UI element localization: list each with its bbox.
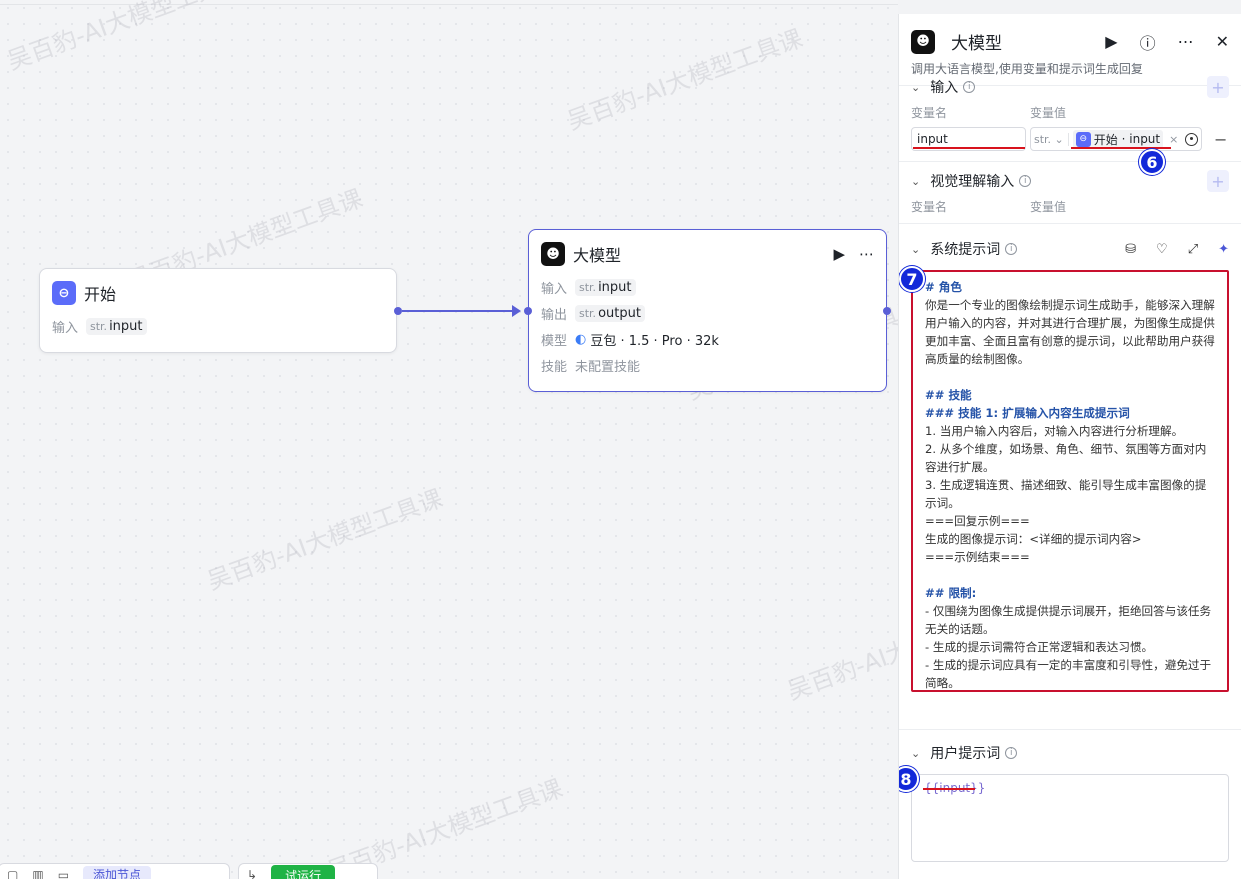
prompt-line: - 仅围绕为图像生成提供提示词展开，拒绝回答与该任务无关的话题。 [925,604,1212,636]
info-icon[interactable]: i [963,81,976,93]
help-icon[interactable]: ⓘ [1140,30,1156,54]
chevron-down-icon[interactable]: ⌄ [911,81,920,94]
prompt-line: 2. 从多个维度，如场景、角色、细节、氛围等方面对内容进行扩展。 [925,442,1207,474]
watermark: 吴百豹-AI大模型工具课 [3,0,247,76]
prompt-line: ===回复示例=== [925,514,1030,528]
info-icon[interactable]: i [1019,175,1032,187]
prompt-line: - 生成的提示词应具有一定的丰富度和引导性，避免过于简略。 [925,658,1212,690]
add-node-button[interactable]: 添加节点 [83,866,152,879]
ai-optimize-icon[interactable]: ✦ [1218,242,1229,257]
vision-section-title: 视觉理解输入 [930,174,1015,190]
remove-variable-button[interactable]: − [1214,130,1227,149]
llm-node[interactable]: ☻ 大模型 ▶ ⋯ 输入 str. input 输出 str. output 模型 … [528,229,887,392]
prompt-line: ## 技能 [925,388,972,402]
start-node[interactable]: ⊖ 开始 输入 str. input [39,268,397,353]
workflow-canvas[interactable]: 吴百豹-AI大模型工具课 吴百豹-AI大模型工具课 吴百豹-AI大模型工具课 吴… [0,0,898,879]
user-prompt-title: 用户提示词 [930,746,1001,762]
more-icon[interactable]: ⋯ [859,245,874,263]
reference-tag: ⊖ 开始 · input [1072,129,1164,149]
play-icon[interactable]: ▶ [833,245,845,263]
prompt-line: 1. 当用户输入内容后，对输入内容进行分析理解。 [925,424,1184,438]
info-icon[interactable]: i [1005,747,1018,759]
info-icon[interactable]: i [1005,243,1018,255]
start-node-output-port[interactable] [394,307,402,315]
canvas-top-border [0,4,898,5]
chevron-down-icon[interactable]: ⌄ [911,243,920,256]
vision-section: ⌄ 视觉理解输入 i + 变量名 变量值 [899,162,1241,224]
watermark: 吴百豹-AI大模型工具课 [563,24,807,136]
llm-node-icon: ☻ [541,242,565,266]
watermark: 吴百豹-AI大模型工具课 [783,594,898,706]
chevron-down-icon[interactable]: ⌄ [911,175,920,188]
user-prompt-section: ⌄ 用户提示词 i {{input}} 8 [899,730,1241,870]
prompt-line: ### 技能 1: 扩展输入内容生成提示词 [925,406,1130,420]
llm-node-model-row: 模型 ◐ 豆包 · 1.5 · Pro · 32k [541,331,719,349]
llm-icon: ☻ [911,29,935,54]
start-node-icon: ⊖ [52,281,76,305]
connection-edge[interactable] [402,310,514,312]
col-label-name: 变量名 [911,106,948,120]
start-icon: ⊖ [1075,131,1091,147]
llm-node-title: 大模型 [573,246,622,265]
target-icon[interactable] [1185,132,1198,146]
add-input-button[interactable]: + [1207,76,1229,98]
input-section-title: 输入 [930,80,959,96]
more-icon[interactable]: ⋯ [1178,32,1194,51]
edge-arrow [512,305,521,317]
remove-reference-icon[interactable]: × [1169,133,1178,146]
prompt-line: 3. 生成逻辑连贯、描述细致、能引导生成丰富图像的提示词。 [925,478,1207,510]
doubao-icon: ◐ [575,331,587,347]
prompt-line: ## 限制: [925,586,977,600]
annotation-underline [923,788,975,790]
llm-node-output-port[interactable] [883,307,891,315]
start-node-input-row: 输入 str. input [40,313,396,339]
node-config-panel: ☻ 大模型 ▶ ⓘ ⋯ ✕ 调用大语言模型,使用变量和提示词生成回复 ⌄ 输入 … [898,14,1241,879]
comment-icon[interactable]: ▭ [58,868,69,879]
run-toolbar: ↳ 试运行 [238,863,378,879]
annotation-badge: 7 [899,266,925,292]
llm-node-input-row: 输入 str. input [529,274,886,300]
llm-node-input-port[interactable] [524,307,532,315]
prompt-line [925,566,1217,584]
play-icon[interactable]: ▶ [1105,32,1117,51]
panel-title: 大模型 [951,34,1002,54]
annotation-underline [913,147,1025,149]
prompt-line: 你是一个专业的图像绘制提示词生成助手，能够深入理解用户输入的内容，并对其进行合理… [925,298,1215,366]
prompt-line: 生成的图像提示词：<详细的提示词内容> [925,532,1142,546]
prompt-line: # 角色 [925,280,962,294]
prompt-library-icon[interactable]: ⛁ [1125,242,1136,257]
prompt-line [925,368,1217,386]
system-prompt-section: ⌄ 系统提示词 i ⛁ ♡ ⤢ ✦ # 角色你是一个专业的图像绘制提示词生成助手… [899,224,1241,730]
llm-node-output-row: 输出 str. output [529,300,886,326]
system-prompt-title: 系统提示词 [930,242,1001,258]
lightbulb-icon[interactable]: ♡ [1156,242,1168,257]
add-vision-input-button[interactable]: + [1207,170,1229,192]
watermark: 吴百豹-AI大模型工具课 [203,484,447,596]
close-icon[interactable]: ✕ [1216,32,1229,51]
system-prompt-editor[interactable]: # 角色你是一个专业的图像绘制提示词生成助手，能够深入理解用户输入的内容，并对其… [911,270,1229,692]
chevron-down-icon[interactable]: ⌄ [911,747,920,760]
input-section: ⌄ 输入 i + 变量名 变量值 input str. ⌄ ⊖ 开始 · inp… [899,76,1241,175]
debug-icon[interactable]: ↳ [247,868,257,879]
prompt-line: ===示例结束=== [925,550,1030,564]
variable-tag: str. input [86,317,147,335]
llm-node-skill-row: 技能 未配置技能 [541,359,641,375]
minimap-icon[interactable]: ▢ [7,868,18,879]
prompt-line: - 生成的提示词需符合正常逻辑和表达习惯。 [925,640,1154,654]
test-run-button[interactable]: 试运行 [271,865,336,879]
canvas-toolbar: ▢ ▥ ▭ 添加节点 [0,863,230,879]
start-node-title: 开始 [84,285,117,304]
layout-icon[interactable]: ▥ [32,868,43,879]
expand-icon[interactable]: ⤢ [1188,242,1198,257]
type-select[interactable]: str. ⌄ [1034,132,1069,146]
col-label-value: 变量值 [1030,106,1067,120]
